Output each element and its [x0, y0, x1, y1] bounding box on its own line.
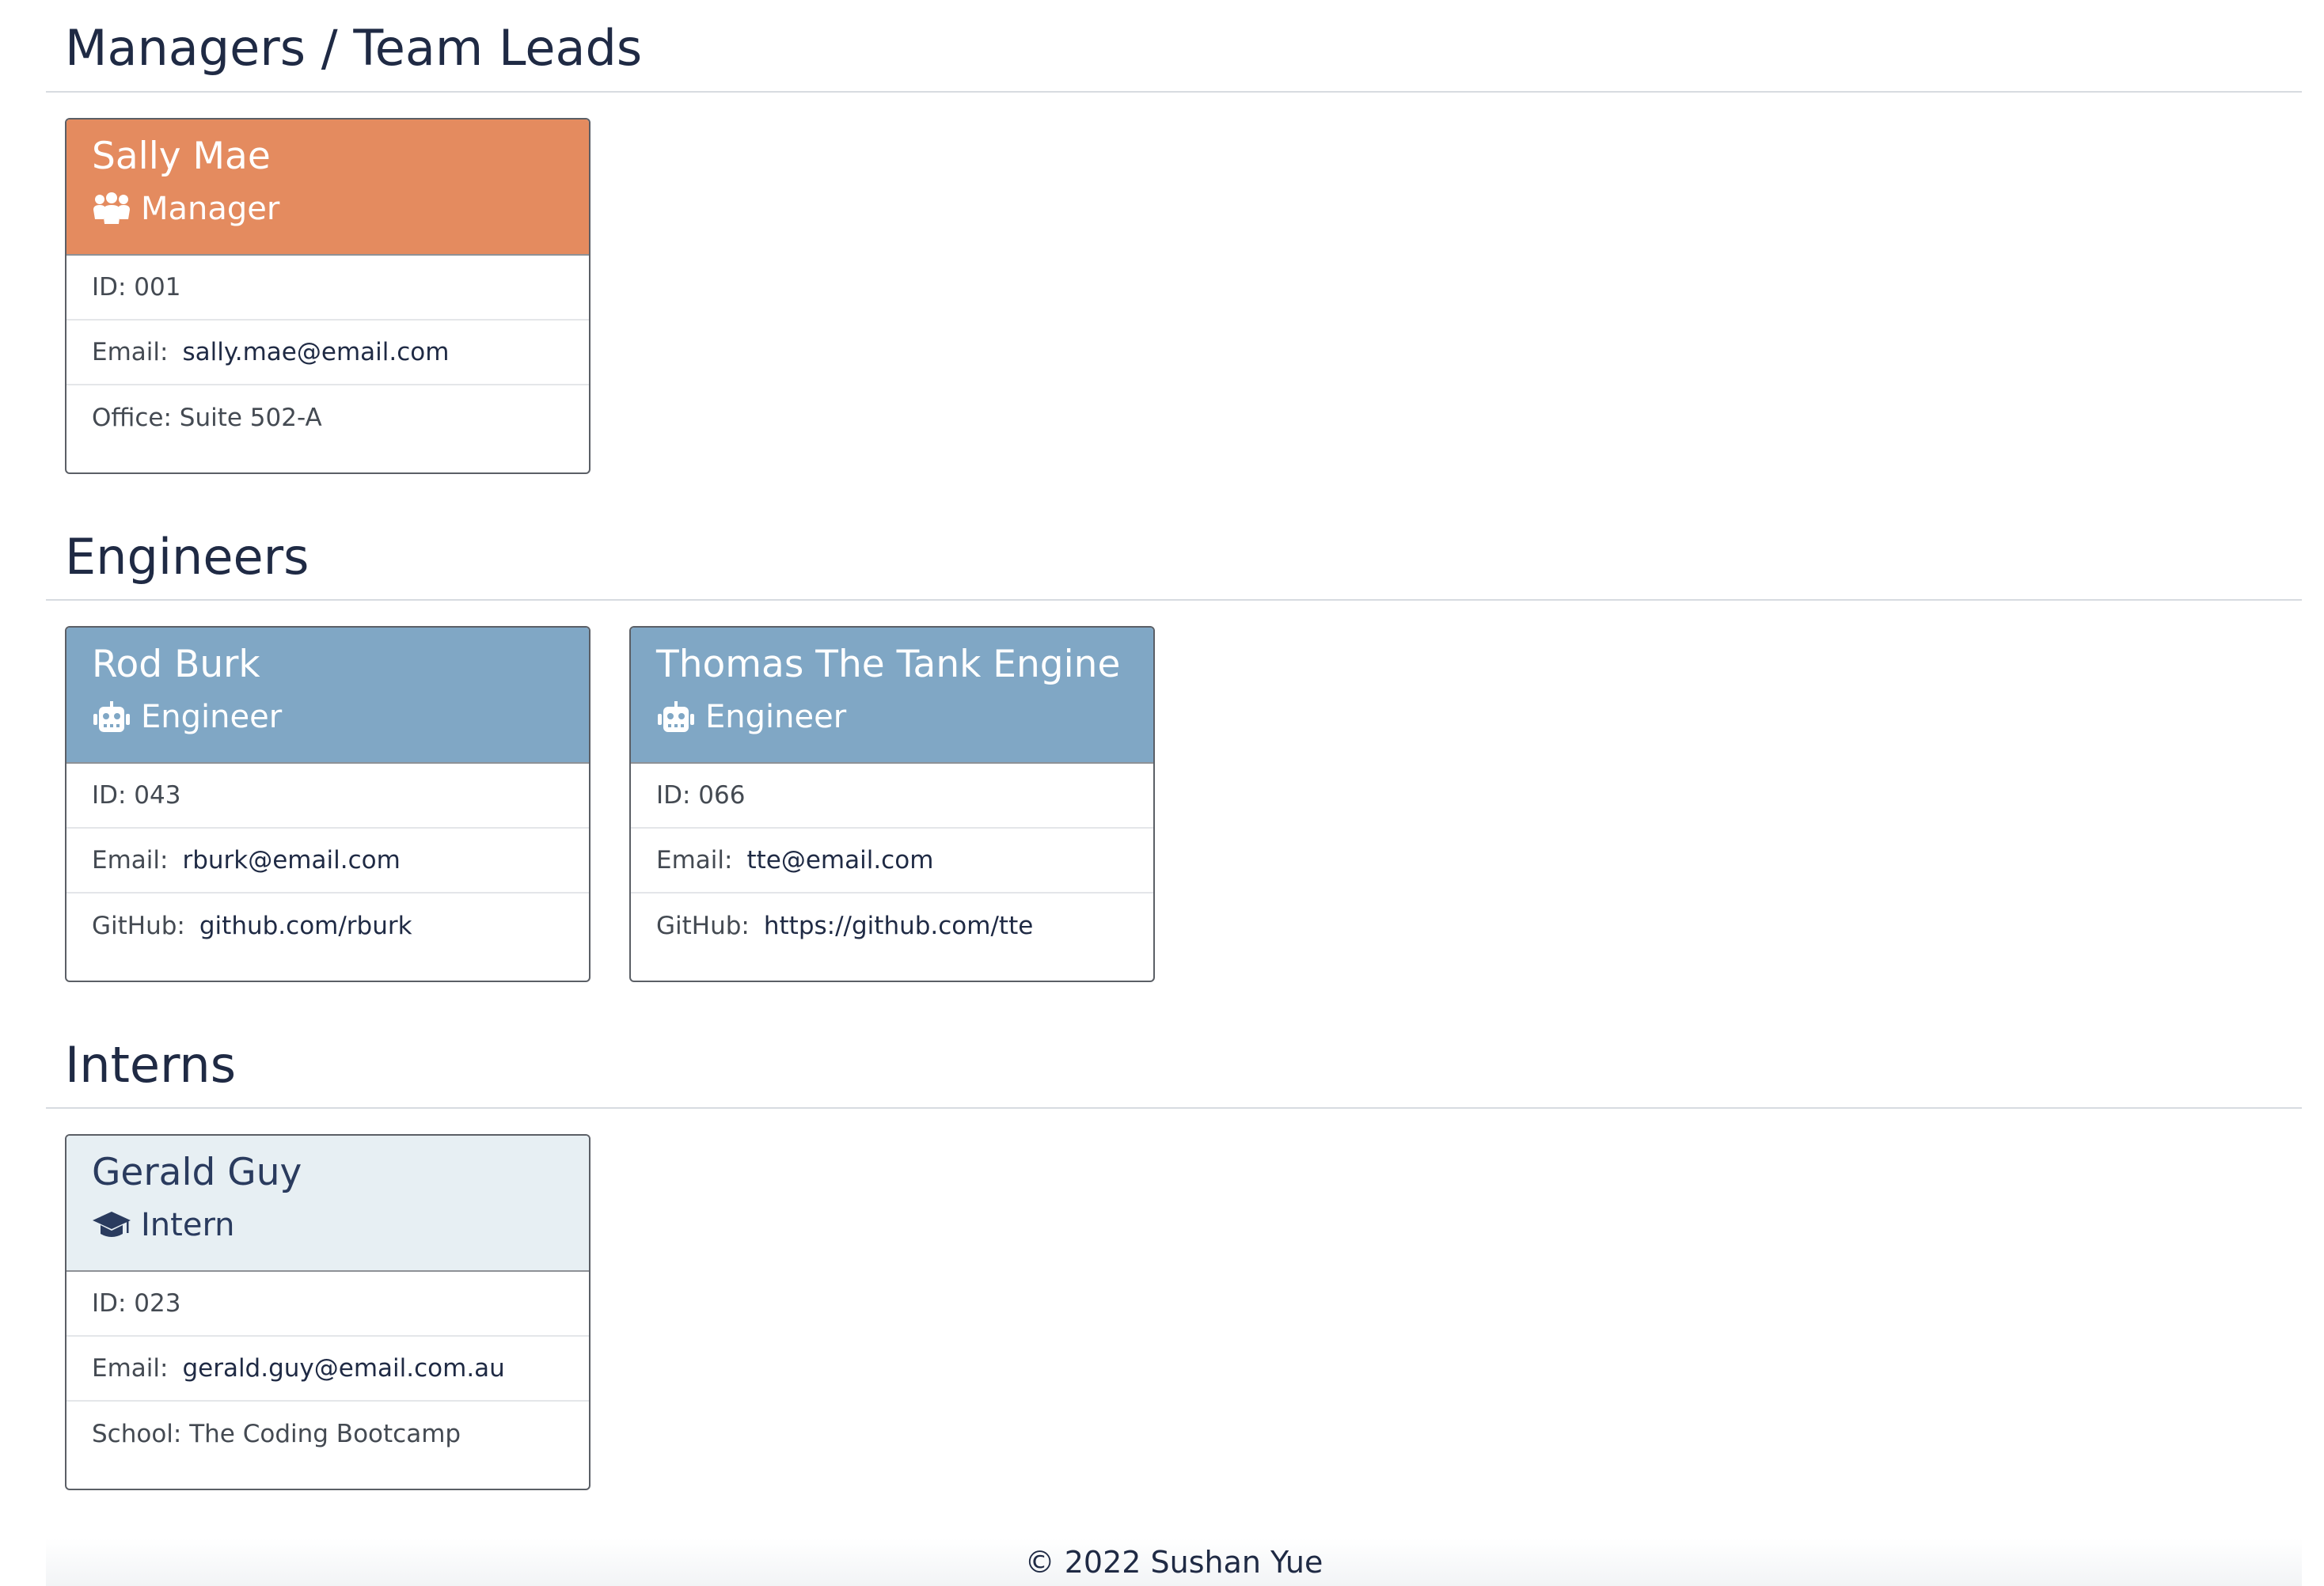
employee-role: Manager [92, 183, 564, 235]
email-label: Email: [92, 1354, 169, 1383]
email-label: Email: [92, 338, 169, 366]
card-header: Thomas The Tank Engine Engineer [631, 628, 1153, 764]
employee-github-row: GitHub: github.com/rburk [66, 894, 589, 958]
employee-id: ID: 023 [92, 1289, 181, 1318]
email-link[interactable]: rburk@email.com [182, 846, 400, 875]
graduation-cap-icon [92, 1208, 131, 1242]
section-title-interns: Interns [65, 1036, 237, 1094]
employee-email-row: Email: gerald.guy@email.com.au [66, 1337, 589, 1402]
employee-id-row: ID: 043 [66, 764, 589, 829]
email-label: Email: [92, 846, 169, 875]
card-header: Gerald Guy Intern [66, 1136, 589, 1272]
employee-card-sally-mae: Sally Mae Manager ID: 001 Email: sally.m… [65, 118, 590, 474]
email-link[interactable]: sally.mae@email.com [182, 338, 449, 366]
section-title-managers: Managers / Team Leads [65, 19, 643, 77]
employee-id: ID: 066 [656, 781, 746, 810]
employee-role-label: Manager [141, 191, 280, 227]
employee-name: Rod Burk [92, 643, 260, 686]
employee-office: Office: Suite 502-A [92, 404, 322, 432]
email-link[interactable]: gerald.guy@email.com.au [182, 1354, 504, 1383]
employee-email-row: Email: tte@email.com [631, 829, 1153, 894]
page-footer: © 2022 Sushan Yue [46, 1539, 2302, 1586]
github-label: GitHub: [92, 912, 185, 940]
card-header: Rod Burk Engineer [66, 628, 589, 764]
employee-school-row: School: The Coding Bootcamp [66, 1402, 589, 1466]
employee-name: Gerald Guy [92, 1151, 302, 1194]
employee-role-label: Engineer [705, 699, 847, 735]
employee-id: ID: 043 [92, 781, 181, 810]
employee-card-gerald-guy: Gerald Guy Intern ID: 023 Email: gerald.… [65, 1134, 590, 1490]
employee-role: Engineer [656, 691, 1128, 743]
github-label: GitHub: [656, 912, 750, 940]
robot-icon [92, 700, 131, 734]
employee-id: ID: 001 [92, 273, 181, 302]
robot-icon [656, 700, 696, 734]
section-title-engineers: Engineers [65, 528, 309, 586]
employee-email-row: Email: rburk@email.com [66, 829, 589, 894]
employee-name: Thomas The Tank Engine [656, 643, 1121, 686]
employee-id-row: ID: 001 [66, 256, 589, 321]
employee-school: School: The Coding Bootcamp [92, 1420, 461, 1448]
github-link[interactable]: github.com/rburk [199, 912, 412, 940]
github-link[interactable]: https://github.com/tte [764, 912, 1033, 940]
employee-role-label: Intern [141, 1207, 235, 1243]
employee-role-label: Engineer [141, 699, 283, 735]
section-divider [46, 1107, 2302, 1109]
card-header: Sally Mae Manager [66, 120, 589, 256]
email-link[interactable]: tte@email.com [746, 846, 933, 875]
employee-id-row: ID: 023 [66, 1272, 589, 1337]
employee-card-thomas-the-tank-engine: Thomas The Tank Engine Engineer ID: 066 … [629, 626, 1155, 982]
employee-email-row: Email: sally.mae@email.com [66, 321, 589, 385]
employee-card-rod-burk: Rod Burk Engineer ID: 043 Email: rburk@e… [65, 626, 590, 982]
section-divider [46, 599, 2302, 601]
employee-office-row: Office: Suite 502-A [66, 385, 589, 450]
employee-role: Engineer [92, 691, 564, 743]
email-label: Email: [656, 846, 733, 875]
people-group-icon [92, 192, 131, 226]
employee-github-row: GitHub: https://github.com/tte [631, 894, 1153, 958]
section-divider [46, 91, 2302, 93]
footer-copyright: © 2022 Sushan Yue [1024, 1545, 1323, 1580]
employee-name: Sally Mae [92, 135, 271, 178]
employee-role: Intern [92, 1199, 564, 1251]
employee-id-row: ID: 066 [631, 764, 1153, 829]
